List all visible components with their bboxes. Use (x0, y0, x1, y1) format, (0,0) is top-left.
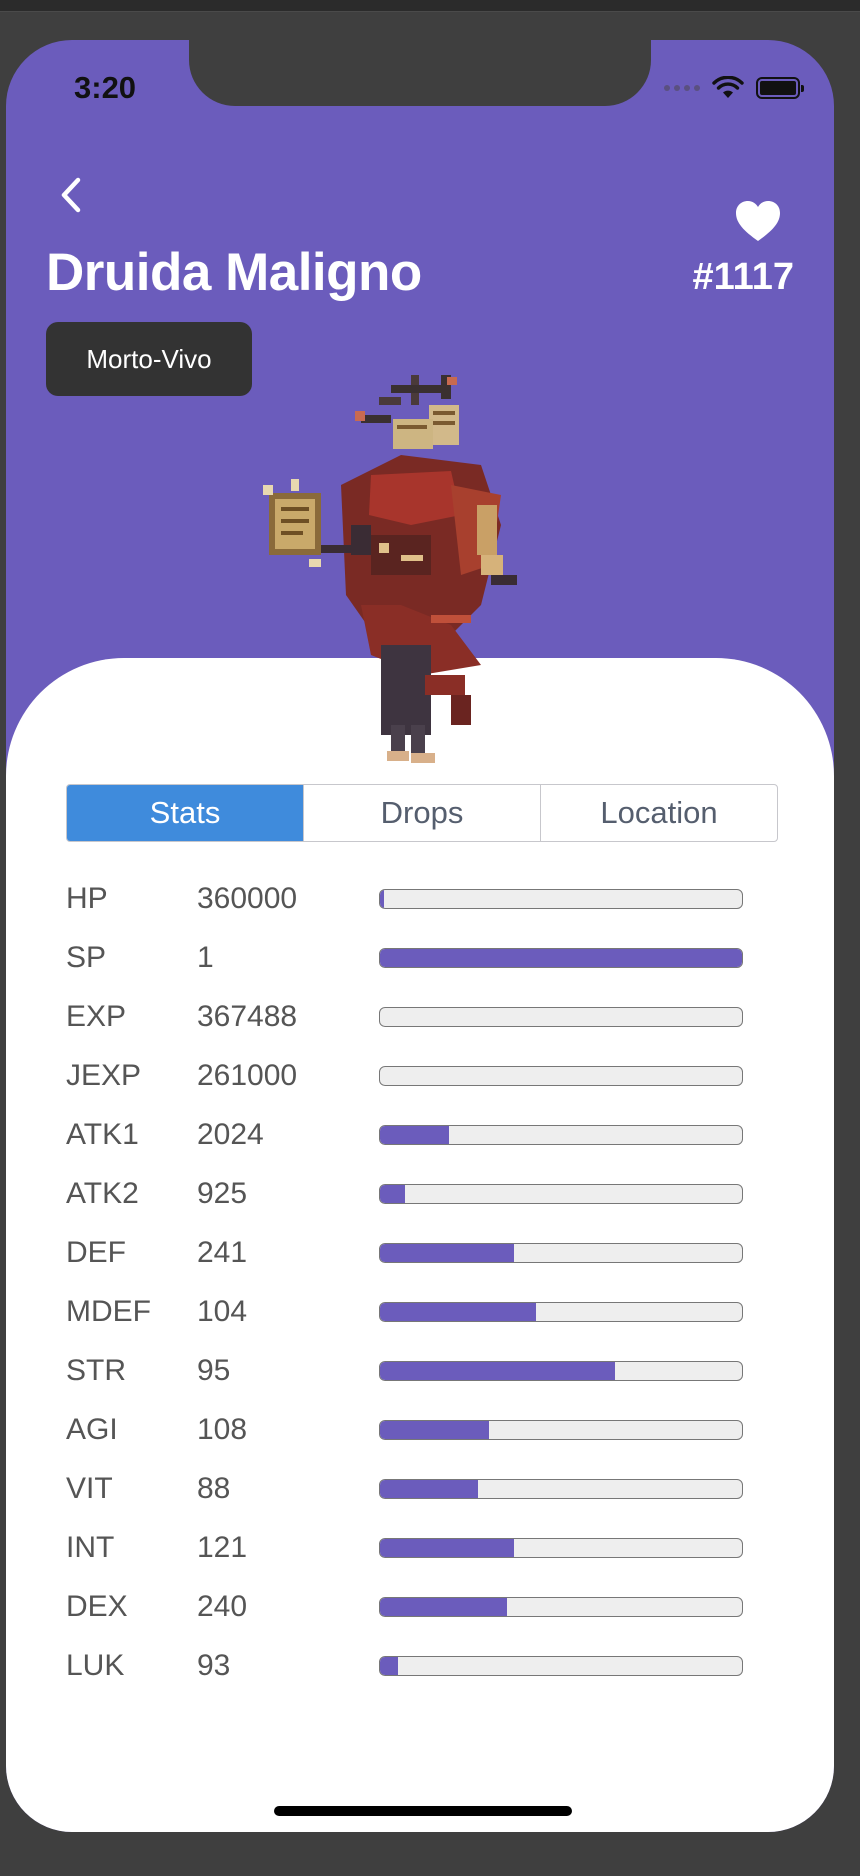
stat-row-str: STR 95 (66, 1341, 766, 1400)
segment-control: Stats Drops Location (66, 784, 778, 842)
stat-label: DEX (66, 1589, 128, 1623)
stat-bar (379, 1242, 743, 1263)
stat-bar-fill (380, 1656, 399, 1675)
window-top-strip (0, 0, 860, 12)
stat-bar-fill (380, 1361, 616, 1380)
stat-value: 240 (197, 1589, 248, 1623)
stat-row-atk1: ATK1 2024 (66, 1105, 766, 1164)
stat-row-exp: EXP 367488 (66, 987, 766, 1046)
stat-row-mdef: MDEF 104 (66, 1282, 766, 1341)
stat-row-jexp: JEXP 261000 (66, 1046, 766, 1105)
stat-row-int: INT 121 (66, 1518, 766, 1577)
book-sprite-part (263, 479, 321, 567)
stat-bar (379, 947, 743, 968)
stat-value: 108 (197, 1412, 248, 1446)
back-chevron-icon (61, 177, 81, 213)
status-time: 3:20 (74, 70, 137, 105)
stat-label: ATK2 (66, 1176, 139, 1210)
stat-bar-fill (380, 1597, 507, 1616)
stat-value: 95 (197, 1353, 231, 1387)
stat-value: 360000 (197, 881, 298, 915)
stat-value: 925 (197, 1176, 248, 1210)
stat-row-def: DEF 241 (66, 1223, 766, 1282)
stat-row-agi: AGI 108 (66, 1400, 766, 1459)
stat-row-luk: LUK 93 (66, 1636, 766, 1695)
battery-icon (756, 77, 804, 99)
stat-label: HP (66, 881, 108, 915)
home-indicator (274, 1806, 572, 1816)
stat-bar (379, 1360, 743, 1381)
monster-name: Druida Maligno (46, 243, 422, 302)
stat-bar (379, 1183, 743, 1204)
staff-top-sprite-part (355, 375, 459, 449)
stat-label: INT (66, 1530, 115, 1564)
tab-location[interactable]: Location (540, 785, 777, 841)
favorite-button[interactable] (734, 198, 782, 246)
stat-row-vit: VIT 88 (66, 1459, 766, 1518)
stat-bar-fill (380, 1243, 514, 1262)
stat-label: MDEF (66, 1294, 151, 1328)
stat-label: STR (66, 1353, 126, 1387)
stat-bar-fill (380, 948, 742, 967)
stat-bar (379, 1478, 743, 1499)
stat-label: AGI (66, 1412, 118, 1446)
race-badge: Morto-Vivo (46, 322, 252, 396)
stat-bar-fill (380, 1125, 449, 1144)
stat-bar-fill (380, 1538, 514, 1557)
tab-drops[interactable]: Drops (303, 785, 540, 841)
heart-icon (736, 201, 780, 241)
phone-screen: 3:20 Druida Maligno #1117 Morto-Vivo Sta… (6, 40, 834, 1832)
stat-value: 121 (197, 1530, 248, 1564)
device-notch (189, 40, 651, 106)
monster-number: #1117 (692, 256, 794, 298)
stats-list: HP 360000 SP 1 EXP 367488 JEXP 261000 ATK1 2024 AT… (66, 869, 766, 1695)
stat-label: DEF (66, 1235, 126, 1269)
status-icons (664, 76, 804, 100)
stat-label: VIT (66, 1471, 113, 1505)
stat-bar-fill (380, 1420, 489, 1439)
stat-label: JEXP (66, 1058, 142, 1092)
stat-bar-fill (380, 889, 384, 908)
stat-label: ATK1 (66, 1117, 139, 1151)
stat-bar-fill (380, 1479, 478, 1498)
stat-row-hp: HP 360000 (66, 869, 766, 928)
stat-row-atk2: ATK2 925 (66, 1164, 766, 1223)
stat-value: 2024 (197, 1117, 264, 1151)
stat-value: 1 (197, 940, 214, 974)
stat-bar (379, 1596, 743, 1617)
stat-row-dex: DEX 240 (66, 1577, 766, 1636)
stat-bar (379, 1301, 743, 1322)
stat-bar (379, 888, 743, 909)
tab-stats[interactable]: Stats (67, 785, 303, 841)
stat-value: 88 (197, 1471, 231, 1505)
stat-value: 261000 (197, 1058, 298, 1092)
wifi-icon (712, 76, 744, 98)
stat-row-sp: SP 1 (66, 928, 766, 987)
signal-icon (664, 85, 700, 91)
stat-bar (379, 1537, 743, 1558)
stat-label: SP (66, 940, 107, 974)
stat-bar (379, 1065, 743, 1086)
stat-bar (379, 1655, 743, 1676)
stat-bar (379, 1124, 743, 1145)
stat-label: LUK (66, 1648, 125, 1682)
stat-bar (379, 1006, 743, 1027)
stat-bar-fill (380, 1184, 406, 1203)
stat-bar (379, 1419, 743, 1440)
stat-value: 104 (197, 1294, 248, 1328)
stat-value: 241 (197, 1235, 248, 1269)
stat-bar-fill (380, 1302, 536, 1321)
back-button[interactable] (52, 170, 92, 220)
stat-value: 93 (197, 1648, 231, 1682)
stat-value: 367488 (197, 999, 298, 1033)
stat-label: EXP (66, 999, 127, 1033)
